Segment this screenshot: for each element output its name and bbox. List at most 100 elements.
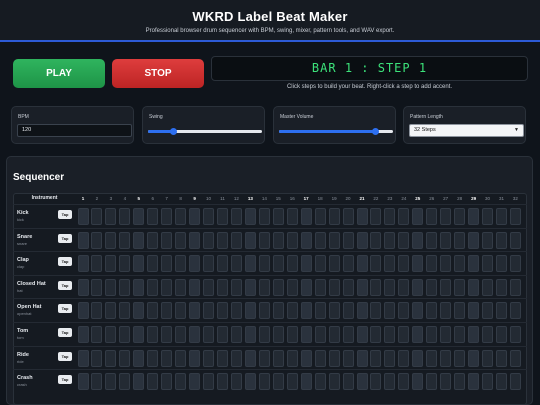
tap-button[interactable]: Tap [58, 304, 72, 314]
step-cell[interactable] [133, 373, 145, 391]
step-cell[interactable] [398, 349, 410, 367]
step-cell[interactable] [189, 349, 201, 367]
step-cell[interactable] [440, 231, 452, 249]
step-cell[interactable] [203, 231, 215, 249]
step-cell[interactable] [258, 278, 270, 296]
step-cell[interactable] [147, 231, 159, 249]
step-cell[interactable] [91, 278, 103, 296]
step-cell[interactable] [384, 278, 396, 296]
step-cell[interactable] [440, 255, 452, 273]
tap-button[interactable]: Tap [58, 351, 72, 361]
step-cell[interactable] [175, 373, 187, 391]
step-cell[interactable] [370, 302, 382, 320]
step-cell[interactable] [244, 349, 256, 367]
step-cell[interactable] [272, 255, 284, 273]
step-cell[interactable] [244, 278, 256, 296]
step-cell[interactable] [230, 349, 242, 367]
step-cell[interactable] [342, 373, 354, 391]
step-cell[interactable] [342, 208, 354, 225]
step-cell[interactable] [454, 326, 466, 343]
step-cell[interactable] [286, 349, 298, 367]
step-cell[interactable] [175, 231, 187, 249]
step-cell[interactable] [217, 302, 228, 320]
step-cell[interactable] [244, 302, 256, 320]
step-cell[interactable] [509, 302, 521, 320]
step-cell[interactable] [244, 208, 256, 225]
step-cell[interactable] [203, 373, 215, 391]
step-cell[interactable] [509, 326, 521, 343]
step-cell[interactable] [161, 373, 173, 391]
step-cell[interactable] [314, 373, 326, 391]
step-cell[interactable] [426, 208, 438, 225]
step-cell[interactable] [300, 255, 312, 273]
step-cell[interactable] [412, 231, 424, 249]
step-cell[interactable] [426, 278, 438, 296]
step-cell[interactable] [440, 326, 452, 343]
step-cell[interactable] [272, 208, 284, 225]
step-cell[interactable] [426, 349, 438, 367]
step-cell[interactable] [272, 302, 284, 320]
step-cell[interactable] [175, 302, 187, 320]
step-cell[interactable] [203, 278, 215, 296]
step-cell[interactable] [217, 231, 228, 249]
step-cell[interactable] [468, 278, 480, 296]
step-cell[interactable] [133, 326, 145, 343]
step-cell[interactable] [398, 255, 410, 273]
step-cell[interactable] [286, 231, 298, 249]
step-cell[interactable] [454, 255, 466, 273]
step-cell[interactable] [370, 231, 382, 249]
step-cell[interactable] [91, 231, 103, 249]
step-cell[interactable] [300, 302, 312, 320]
step-cell[interactable] [370, 255, 382, 273]
bpm-input[interactable]: 120 [17, 124, 132, 137]
step-cell[interactable] [147, 326, 159, 343]
step-cell[interactable] [203, 208, 215, 225]
step-cell[interactable] [77, 208, 89, 225]
step-cell[interactable] [217, 326, 228, 343]
step-cell[interactable] [384, 302, 396, 320]
step-cell[interactable] [342, 231, 354, 249]
tap-button[interactable]: Tap [58, 257, 72, 267]
step-cell[interactable] [189, 208, 201, 225]
step-cell[interactable] [230, 326, 242, 343]
tap-button[interactable]: Tap [58, 210, 72, 219]
step-cell[interactable] [440, 349, 452, 367]
step-cell[interactable] [384, 349, 396, 367]
step-cell[interactable] [244, 373, 256, 391]
step-cell[interactable] [258, 349, 270, 367]
step-cell[interactable] [426, 255, 438, 273]
step-cell[interactable] [440, 302, 452, 320]
step-cell[interactable] [496, 349, 507, 367]
step-cell[interactable] [91, 255, 103, 273]
step-cell[interactable] [370, 278, 382, 296]
step-cell[interactable] [356, 255, 368, 273]
step-cell[interactable] [384, 208, 396, 225]
step-cell[interactable] [244, 255, 256, 273]
step-cell[interactable] [300, 349, 312, 367]
tap-button[interactable]: Tap [58, 328, 72, 337]
step-cell[interactable] [161, 231, 173, 249]
step-cell[interactable] [482, 326, 494, 343]
step-cell[interactable] [133, 255, 145, 273]
step-cell[interactable] [189, 231, 201, 249]
step-cell[interactable] [77, 373, 89, 391]
step-cell[interactable] [175, 349, 187, 367]
step-cell[interactable] [119, 326, 131, 343]
step-cell[interactable] [398, 373, 410, 391]
step-cell[interactable] [314, 278, 326, 296]
step-cell[interactable] [314, 326, 326, 343]
step-cell[interactable] [509, 255, 521, 273]
step-cell[interactable] [189, 326, 201, 343]
step-cell[interactable] [342, 255, 354, 273]
step-cell[interactable] [328, 373, 340, 391]
step-cell[interactable] [189, 278, 201, 296]
step-cell[interactable] [384, 373, 396, 391]
step-cell[interactable] [91, 302, 103, 320]
step-cell[interactable] [412, 278, 424, 296]
step-cell[interactable] [286, 278, 298, 296]
step-cell[interactable] [496, 231, 507, 249]
step-cell[interactable] [147, 255, 159, 273]
step-cell[interactable] [119, 373, 131, 391]
step-cell[interactable] [161, 302, 173, 320]
step-cell[interactable] [133, 349, 145, 367]
